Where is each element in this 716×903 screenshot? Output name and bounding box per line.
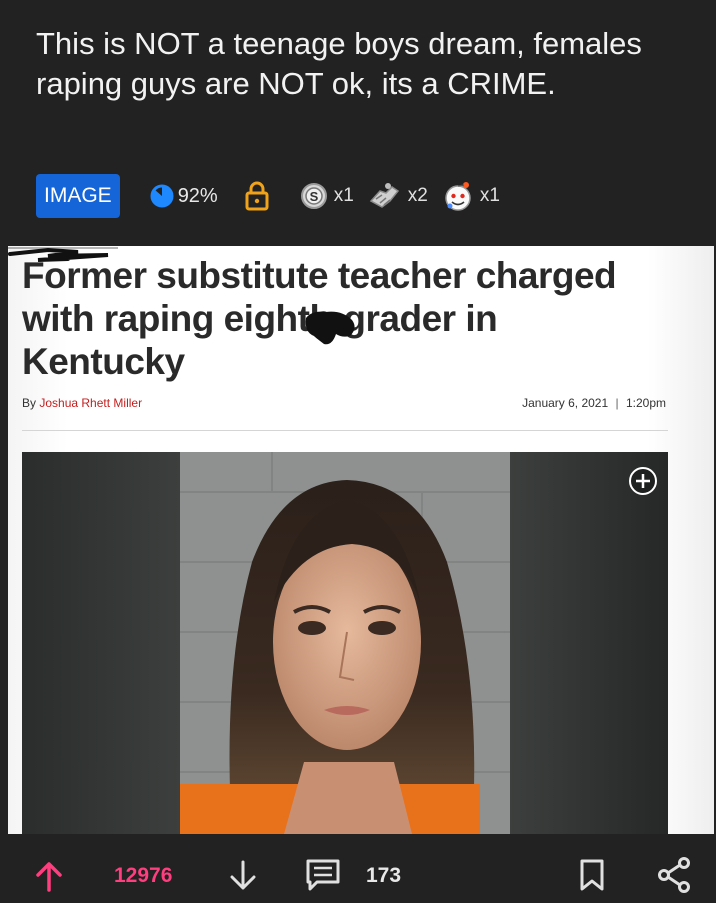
upvote-ratio-icon bbox=[150, 184, 174, 208]
award-count: x1 bbox=[479, 185, 500, 206]
byline-prefix: By bbox=[22, 396, 37, 410]
lock-icon bbox=[244, 181, 270, 211]
award-silver[interactable]: S x1 bbox=[300, 182, 354, 210]
share-icon[interactable] bbox=[657, 856, 691, 894]
image-type-badge: IMAGE bbox=[36, 174, 120, 218]
mugshot-photo bbox=[22, 452, 668, 834]
article-dateline: January 6, 2021 | 1:20pm bbox=[522, 396, 666, 410]
upvote-ratio-value: 92% bbox=[177, 184, 218, 207]
mugshot-illustration bbox=[22, 452, 668, 834]
post-header: This is NOT a teenage boys dream, female… bbox=[0, 0, 716, 246]
award-wholesome[interactable]: x1 bbox=[442, 180, 500, 212]
article-byline: By Joshua Rhett Miller bbox=[22, 396, 142, 410]
comment-icon[interactable] bbox=[305, 858, 341, 892]
upvote-arrow-icon[interactable] bbox=[34, 860, 64, 892]
redaction-blot bbox=[305, 311, 355, 345]
downvote-arrow-icon[interactable] bbox=[228, 860, 258, 892]
article-date: January 6, 2021 bbox=[522, 396, 609, 410]
award-count: x2 bbox=[407, 185, 428, 206]
post-action-bar bbox=[0, 834, 716, 903]
helpful-hands-award-icon bbox=[369, 183, 399, 208]
post-image[interactable]: Former substitute teacher charged with r… bbox=[8, 246, 714, 834]
silver-award-icon: S bbox=[300, 183, 327, 209]
bookmark-icon[interactable] bbox=[578, 858, 606, 892]
svg-text:S: S bbox=[309, 189, 318, 204]
upvote-ratio: 92% bbox=[150, 184, 218, 208]
article-author: Joshua Rhett Miller bbox=[39, 396, 143, 410]
wholesome-award-icon bbox=[445, 182, 471, 211]
vote-score: 12976 bbox=[114, 864, 173, 887]
article-divider bbox=[22, 430, 668, 431]
post-meta-row: IMAGE 92% S x1 x2 x1 bbox=[36, 173, 500, 219]
article-time: 1:20pm bbox=[625, 396, 666, 410]
article-screenshot: Former substitute teacher charged with r… bbox=[8, 246, 714, 834]
expand-plus-icon[interactable] bbox=[628, 466, 658, 496]
post-title[interactable]: This is NOT a teenage boys dream, female… bbox=[36, 24, 676, 104]
date-separator: | bbox=[615, 396, 619, 410]
award-helpful-hands[interactable]: x2 bbox=[368, 181, 428, 211]
award-count: x1 bbox=[333, 185, 354, 206]
comment-count[interactable]: 173 bbox=[366, 864, 401, 888]
